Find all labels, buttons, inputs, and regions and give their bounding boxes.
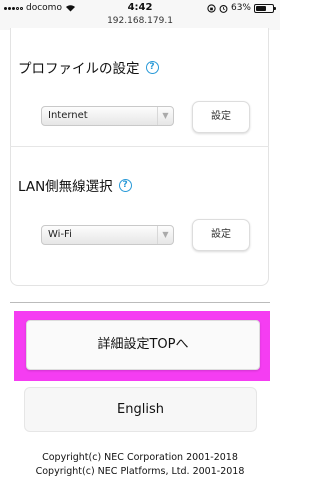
page-divider [10, 302, 270, 303]
orientation-lock-icon [207, 3, 216, 13]
status-bar: docomo 4:42 63% [0, 0, 280, 16]
lan-section-header: LAN側無線選択 ? [18, 175, 132, 195]
lan-select-value: Wi-Fi [48, 229, 72, 240]
status-right: 63% [207, 3, 276, 13]
profile-set-button[interactable]: 設定 [192, 101, 250, 133]
profile-section-header: プロファイルの設定 ? [18, 57, 159, 77]
profile-select[interactable]: Internet ▼ [41, 106, 174, 126]
profile-select-value: Internet [48, 110, 88, 121]
help-icon[interactable]: ? [145, 60, 159, 74]
lan-select[interactable]: Wi-Fi ▼ [41, 225, 174, 245]
copyright-line: Copyright(c) NEC Corporation 2001-2018 [42, 452, 238, 463]
help-icon[interactable]: ? [118, 178, 132, 192]
lan-section-title: LAN側無線選択 [18, 179, 113, 195]
battery-icon [254, 3, 276, 13]
profile-section-title: プロファイルの設定 [18, 61, 140, 77]
chevron-down-icon: ▼ [157, 107, 173, 125]
chevron-down-icon: ▼ [157, 226, 173, 244]
english-button[interactable]: English [24, 387, 257, 432]
lan-set-button[interactable]: 設定 [192, 219, 250, 251]
section-divider [10, 146, 269, 147]
battery-fill [256, 5, 267, 11]
top-button-highlight: 詳細設定TOPへ [14, 311, 270, 381]
alarm-icon [219, 4, 228, 13]
advanced-settings-top-button[interactable]: 詳細設定TOPへ [26, 320, 260, 370]
copyright-line: Copyright(c) NEC Platforms, Ltd. 2001-20… [35, 466, 245, 477]
battery-percent: 63% [230, 3, 251, 13]
